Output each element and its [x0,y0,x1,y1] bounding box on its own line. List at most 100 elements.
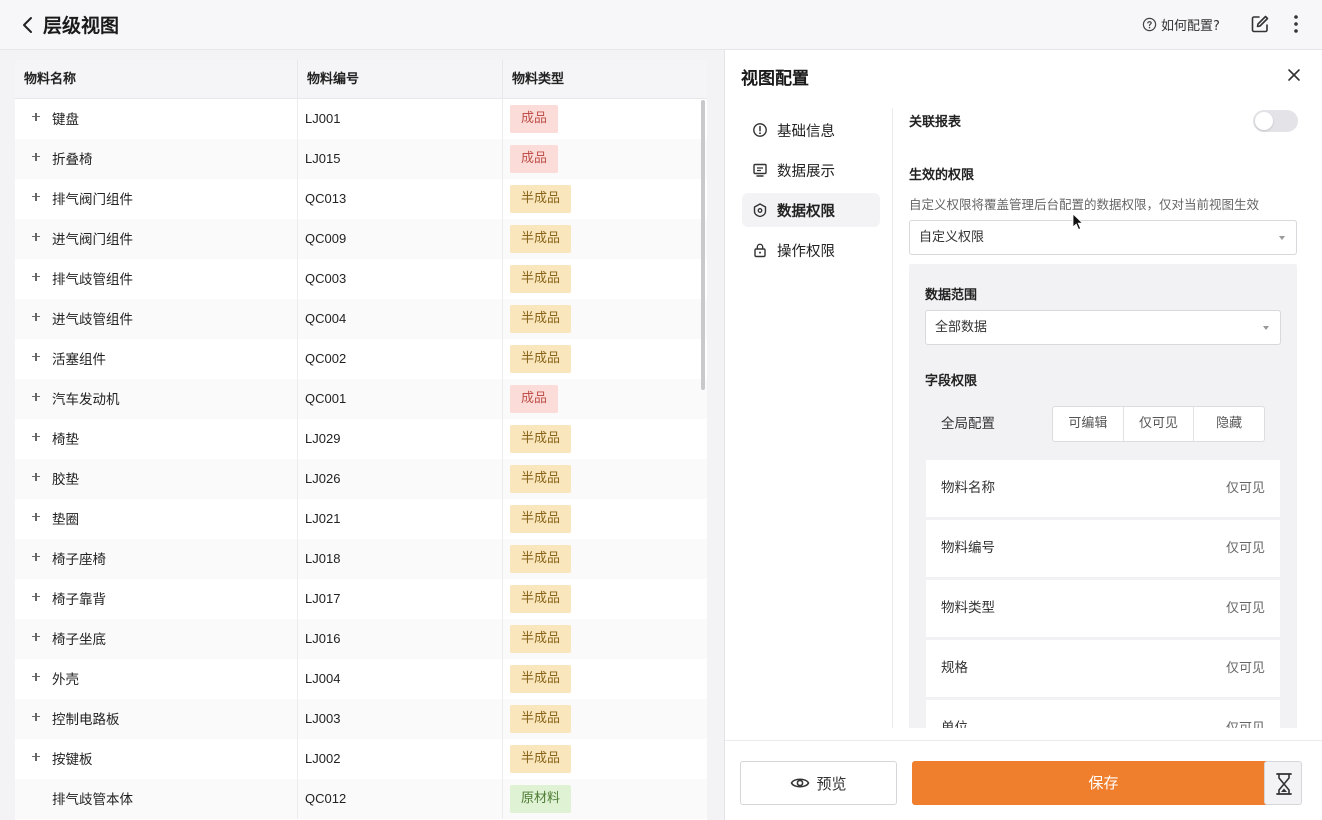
name-cell: 垫圈 [15,499,297,539]
expand-plus-icon[interactable] [30,111,42,123]
table-row[interactable]: 汽车发动机 QC001 成品 [15,379,707,419]
save-button[interactable]: 保存 [912,761,1295,805]
table-row[interactable]: 排气歧管本体 QC012 原材料 [15,779,707,819]
type-cell: 半成品 [502,339,707,379]
expand-plus-icon[interactable] [30,231,42,243]
table-row[interactable]: 键盘 LJ001 成品 [15,99,707,139]
table-row[interactable]: 按键板 LJ002 半成品 [15,739,707,779]
table-scrollbar[interactable] [701,100,705,390]
table-row[interactable]: 折叠椅 LJ015 成品 [15,139,707,179]
lock-icon [754,243,766,258]
table-row[interactable]: 胶垫 LJ026 半成品 [15,459,707,499]
how-to-configure-link[interactable]: 如何配置? [1142,15,1220,34]
table-row[interactable]: 排气歧管组件 QC003 半成品 [15,259,707,299]
linked-report-label: 关联报表 [909,115,962,130]
field-permission-value[interactable]: 仅可见 [1226,700,1265,728]
material-name: 外壳 [52,672,79,688]
table-row[interactable]: 进气阀门组件 QC009 半成品 [15,219,707,259]
table-row[interactable]: 垫圈 LJ021 半成品 [15,499,707,539]
material-type-badge: 半成品 [510,345,572,373]
global-permission-segment: 可编辑 仅可见 隐藏 [1052,406,1265,442]
name-cell: 键盘 [15,99,297,139]
type-cell: 半成品 [502,459,707,499]
expand-plus-icon[interactable] [30,591,42,603]
field-permission-row: 物料编号 仅可见 [926,520,1280,577]
nav-data-display[interactable]: 数据展示 [742,153,880,187]
table-row[interactable]: 排气阀门组件 QC013 半成品 [15,179,707,219]
more-vertical-icon[interactable] [1288,13,1304,35]
expand-plus-icon[interactable] [30,671,42,683]
segment-visible-only[interactable]: 仅可见 [1124,407,1195,441]
nav-operation-permission[interactable]: 操作权限 [742,233,880,267]
edit-icon[interactable] [1250,14,1270,34]
material-code: LJ003 [297,699,502,739]
table-row[interactable]: 椅垫 LJ029 半成品 [15,419,707,459]
table-row[interactable]: 进气歧管组件 QC004 半成品 [15,299,707,339]
linked-report-toggle[interactable] [1253,110,1298,132]
expand-plus-icon[interactable] [30,751,42,763]
close-icon[interactable] [1287,68,1301,82]
expand-plus-icon[interactable] [30,191,42,203]
expand-plus-icon[interactable] [30,151,42,163]
material-name: 椅垫 [52,432,79,448]
field-permission-value[interactable]: 仅可见 [1226,640,1265,697]
column-header-name[interactable]: 物料名称 [15,60,297,99]
material-type-badge: 成品 [510,105,559,133]
segment-hidden[interactable]: 隐藏 [1194,407,1264,441]
expand-plus-icon[interactable] [30,311,42,323]
expand-plus-icon[interactable] [30,351,42,363]
expand-plus-icon[interactable] [30,471,42,483]
expand-plus-icon[interactable] [30,711,42,723]
table-row[interactable]: 活塞组件 QC002 半成品 [15,339,707,379]
permission-type-select[interactable]: 自定义权限 [909,220,1297,255]
field-permission-value[interactable]: 仅可见 [1226,520,1265,577]
name-cell: 椅子靠背 [15,579,297,619]
table-row[interactable]: 椅子坐底 LJ016 半成品 [15,619,707,659]
column-header-code[interactable]: 物料编号 [297,60,502,99]
table-row[interactable]: 椅子座椅 LJ018 半成品 [15,539,707,579]
material-name: 控制电路板 [52,712,120,728]
material-code: QC009 [297,219,502,259]
effective-permission-label: 生效的权限 [909,168,975,183]
custom-permission-box: 数据范围 全部数据 字段权限 全局配置 可编辑 仅可见 隐藏 物料名称 仅可见 物料… [909,264,1297,728]
table-row[interactable]: 椅子靠背 LJ017 半成品 [15,579,707,619]
material-type-badge: 成品 [510,385,559,413]
eye-icon [791,778,810,788]
expand-plus-icon[interactable] [30,631,42,643]
type-cell: 半成品 [502,659,707,699]
info-icon [753,123,767,137]
table-row[interactable]: 外壳 LJ004 半成品 [15,659,707,699]
column-header-type[interactable]: 物料类型 [502,60,707,99]
table-row[interactable]: 控制电路板 LJ003 半成品 [15,699,707,739]
type-cell: 半成品 [502,179,707,219]
field-permission-label: 字段权限 [925,374,978,389]
field-permission-value[interactable]: 仅可见 [1226,580,1265,637]
field-permission-value[interactable]: 仅可见 [1226,460,1265,517]
name-cell: 汽车发动机 [15,379,297,419]
nav-basic-info[interactable]: 基础信息 [742,113,880,147]
hourglass-button[interactable] [1264,761,1302,805]
material-code: LJ016 [297,619,502,659]
expand-plus-icon[interactable] [30,391,42,403]
expand-plus-icon[interactable] [30,431,42,443]
nav-data-permission[interactable]: 数据权限 [742,193,880,227]
data-scope-select[interactable]: 全部数据 [925,310,1281,345]
material-table: 物料名称 物料编号 物料类型 键盘 LJ001 成品 折叠椅 LJ015 成品 排气阀门组件… [15,60,707,820]
page-title: 层级视图 [43,15,120,37]
name-cell: 排气歧管组件 [15,259,297,299]
preview-button[interactable]: 预览 [740,761,897,805]
segment-editable[interactable]: 可编辑 [1053,407,1124,441]
panel-divider [892,108,893,728]
table-body: 键盘 LJ001 成品 折叠椅 LJ015 成品 排气阀门组件 QC013 半成品 进气阀门组件 Q… [15,99,707,819]
expand-plus-icon[interactable] [30,511,42,523]
nav-label: 数据权限 [777,203,835,220]
expand-plus-icon[interactable] [30,551,42,563]
material-name: 汽车发动机 [52,392,120,408]
permission-content: 关联报表 生效的权限 自定义权限将覆盖管理后台配置的数据权限，仅对当前视图生效 … [909,108,1299,728]
material-type-badge: 半成品 [510,625,572,653]
material-type-badge: 半成品 [510,425,572,453]
material-code: QC004 [297,299,502,339]
type-cell: 半成品 [502,539,707,579]
back-arrow-icon[interactable] [18,14,38,36]
expand-plus-icon[interactable] [30,271,42,283]
